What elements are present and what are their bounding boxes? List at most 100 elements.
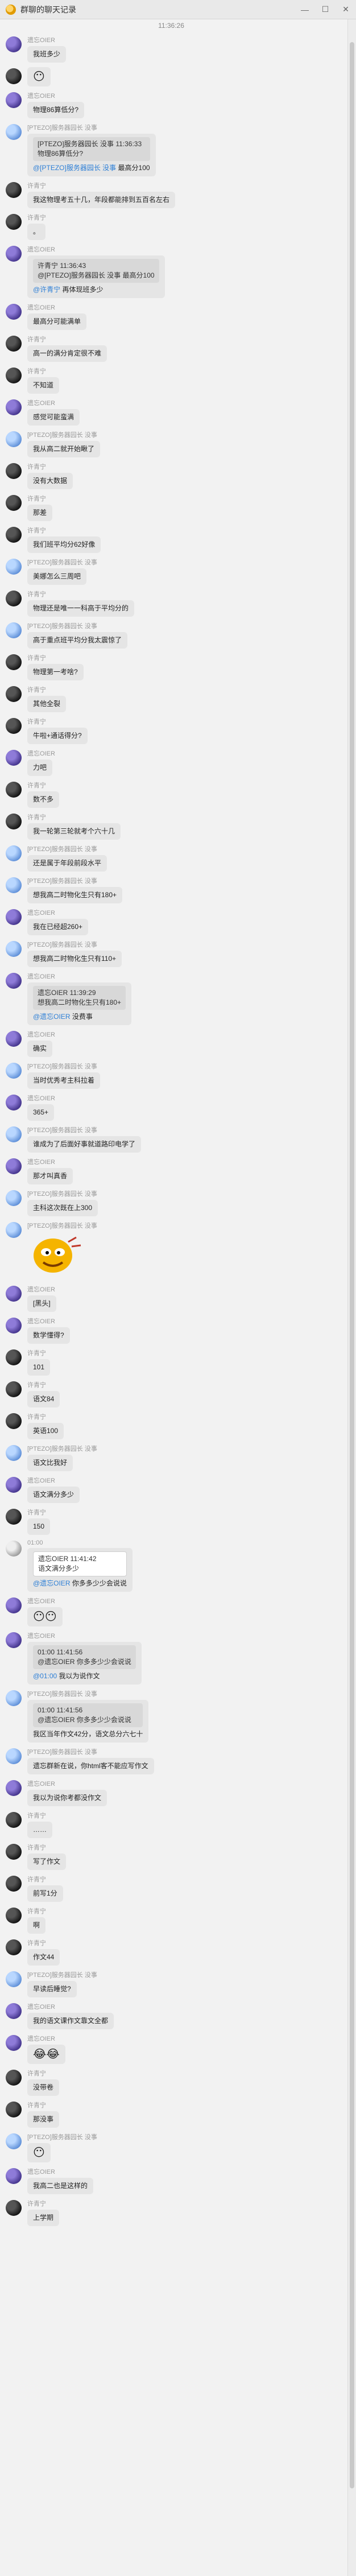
message-bubble[interactable]: 那才叫真香 bbox=[27, 1168, 73, 1184]
avatar[interactable] bbox=[6, 1939, 22, 1955]
message-bubble[interactable]: [PTEZO]服务器园长 没事 11:36:33 物理86算低分? @[PTEZO]… bbox=[27, 134, 156, 176]
message-bubble[interactable]: 遗忘OIER 11:41:42 语文满分多少 @遗忘OIER 你多多少少会说说 bbox=[27, 1548, 133, 1592]
message-bubble[interactable]: 😂😂 bbox=[27, 2045, 65, 2064]
avatar[interactable] bbox=[6, 1632, 22, 1648]
message-bubble[interactable]: 那没事 bbox=[27, 2111, 60, 2128]
message-bubble[interactable]: 早读后睡觉? bbox=[27, 1981, 77, 1997]
message-bubble[interactable]: 上学期 bbox=[27, 2210, 60, 2226]
message-bubble[interactable]: 谁成为了后面好事就道路印电学了 bbox=[27, 1136, 142, 1153]
message-bubble[interactable]: 感觉可能蛮满 bbox=[27, 409, 80, 426]
avatar[interactable] bbox=[6, 124, 22, 140]
avatar[interactable] bbox=[6, 2070, 22, 2086]
avatar[interactable] bbox=[6, 1190, 22, 1206]
message-bubble[interactable]: 我的语文课作文靠文全都 bbox=[27, 2013, 114, 2029]
avatar[interactable] bbox=[6, 2133, 22, 2149]
message-bubble[interactable]: 数不多 bbox=[27, 791, 60, 808]
avatar[interactable] bbox=[6, 495, 22, 511]
avatar[interactable] bbox=[6, 1690, 22, 1706]
avatar[interactable] bbox=[6, 750, 22, 766]
message-bubble[interactable]: 高于重点班平均分我太震惊了 bbox=[27, 632, 128, 649]
avatar[interactable] bbox=[6, 1844, 22, 1860]
avatar[interactable] bbox=[6, 1063, 22, 1079]
mention-link[interactable]: @[PTEZO]服务器园长 没事 bbox=[33, 164, 116, 172]
message-bubble[interactable]: 物理还是唯一一科高于平均分的 bbox=[27, 600, 135, 617]
message-bubble[interactable]: 遗忘OIER 11:39:29 想我高二时物化生只有180+ @遗忘OIER 没费事 bbox=[27, 982, 132, 1025]
avatar[interactable] bbox=[6, 591, 22, 606]
message-bubble[interactable]: 遗忘群新在说，你html客不能应写作文 bbox=[27, 1758, 154, 1774]
avatar[interactable] bbox=[6, 1908, 22, 1923]
message-bubble[interactable]: 语文比我好 bbox=[27, 1455, 73, 1471]
avatar[interactable] bbox=[6, 36, 22, 52]
avatar[interactable] bbox=[6, 399, 22, 415]
message-bubble[interactable]: 最高分可能满单 bbox=[27, 313, 87, 330]
avatar[interactable] bbox=[6, 1876, 22, 1892]
minimize-icon[interactable]: — bbox=[295, 0, 315, 19]
avatar[interactable] bbox=[6, 1477, 22, 1493]
avatar[interactable] bbox=[6, 622, 22, 638]
message-bubble[interactable]: 01:00 11:41:56 @遗忘OIER 你多多少少会说说 @01:00 我以为… bbox=[27, 1642, 142, 1685]
avatar[interactable] bbox=[6, 1445, 22, 1461]
message-bubble[interactable]: 365+ bbox=[27, 1104, 55, 1121]
avatar[interactable] bbox=[6, 214, 22, 230]
quoted-message[interactable]: 遗忘OIER 11:39:29 想我高二时物化生只有180+ bbox=[33, 986, 126, 1010]
message-bubble[interactable]: 作文44 bbox=[27, 1949, 60, 1966]
close-icon[interactable]: ✕ bbox=[336, 0, 356, 19]
message-bubble[interactable]: 写了作文 bbox=[27, 1853, 67, 1870]
message-bubble[interactable]: 还是属于年段前段水平 bbox=[27, 855, 107, 872]
avatar[interactable] bbox=[6, 246, 22, 262]
message-bubble[interactable]: 101 bbox=[27, 1359, 51, 1376]
message-bubble[interactable]: 。 bbox=[27, 224, 46, 240]
message-bubble[interactable]: 我在已经超260+ bbox=[27, 919, 89, 935]
message-bubble[interactable]: 主科这次既在上300 bbox=[27, 1200, 98, 1216]
message-bubble[interactable]: 前写1分 bbox=[27, 1885, 63, 1902]
quoted-message[interactable]: 01:00 11:41:56 @遗忘OIER 你多多少少会说说 bbox=[33, 1645, 136, 1669]
message-bubble[interactable]: 我一轮第三轮就考个六十几 bbox=[27, 823, 121, 840]
message-bubble[interactable]: 数学懂得? bbox=[27, 1327, 70, 1344]
message-bubble[interactable]: 那差 bbox=[27, 505, 53, 521]
message-bubble[interactable]: 美娜怎么三周吧 bbox=[27, 568, 87, 585]
message-bubble[interactable]: 语文满分多少 bbox=[27, 1487, 80, 1503]
message-bubble[interactable]: 我这物理考五十几，年段都能排到五百名左右 bbox=[27, 192, 176, 208]
message-bubble[interactable]: 语文84 bbox=[27, 1391, 60, 1407]
avatar[interactable] bbox=[6, 2003, 22, 2019]
message-bubble[interactable]: 其他全裂 bbox=[27, 696, 67, 712]
avatar[interactable] bbox=[6, 463, 22, 479]
message-bubble[interactable]: 当时优秀考主科拉着 bbox=[27, 1072, 101, 1089]
message-bubble[interactable]: 物理86算低分? bbox=[27, 102, 85, 118]
message-bubble[interactable]: 高一的满分肯定很不难 bbox=[27, 345, 107, 362]
mention-link[interactable]: @遗忘OIER bbox=[33, 1013, 71, 1021]
avatar[interactable] bbox=[6, 2102, 22, 2117]
message-bubble[interactable]: 😶 bbox=[27, 67, 51, 86]
message-bubble[interactable]: 😶 bbox=[27, 2143, 51, 2162]
avatar[interactable] bbox=[6, 973, 22, 989]
avatar[interactable] bbox=[6, 1413, 22, 1429]
message-bubble[interactable]: 我从高二就开始瞅了 bbox=[27, 441, 101, 457]
quoted-message[interactable]: 许青宁 11:36:43 @[PTEZO]服务器园长 没事 最高分100 bbox=[33, 259, 159, 283]
message-bubble[interactable]: 力吧 bbox=[27, 759, 53, 776]
avatar[interactable] bbox=[6, 1031, 22, 1047]
message-bubble[interactable]: …… bbox=[27, 1822, 52, 1838]
avatar[interactable] bbox=[6, 431, 22, 447]
avatar[interactable] bbox=[6, 1971, 22, 1987]
message-bubble[interactable]: 我班多少 bbox=[27, 46, 67, 63]
message-bubble[interactable]: 想我高二时物化生只有180+ bbox=[27, 887, 123, 903]
avatar[interactable] bbox=[6, 2035, 22, 2051]
message-bubble[interactable]: 150 bbox=[27, 1518, 51, 1535]
avatar[interactable] bbox=[6, 1748, 22, 1764]
avatar[interactable] bbox=[6, 1126, 22, 1142]
avatar[interactable] bbox=[6, 1509, 22, 1525]
message-bubble[interactable]: 物理第一考啥? bbox=[27, 664, 84, 680]
avatar[interactable] bbox=[6, 1597, 22, 1613]
avatar[interactable] bbox=[6, 1318, 22, 1334]
message-bubble[interactable]: 没带卷 bbox=[27, 2079, 60, 2096]
avatar[interactable] bbox=[6, 941, 22, 957]
message-bubble[interactable]: 牛啦+通话得分? bbox=[27, 728, 88, 744]
avatar[interactable] bbox=[6, 92, 22, 108]
scroll-thumb[interactable] bbox=[350, 42, 354, 2488]
avatar[interactable] bbox=[6, 1381, 22, 1397]
message-bubble[interactable]: 我高二也是这样的 bbox=[27, 2178, 94, 2194]
message-list[interactable]: 11:36:26 遗忘OIER 我班多少 😶 遗忘OIER 物理86算低分? [PTEZO… bbox=[0, 19, 342, 2576]
quoted-message[interactable]: 遗忘OIER 11:41:42 语文满分多少 bbox=[33, 1551, 127, 1576]
avatar[interactable] bbox=[6, 2200, 22, 2216]
scrollbar[interactable] bbox=[347, 19, 356, 2576]
